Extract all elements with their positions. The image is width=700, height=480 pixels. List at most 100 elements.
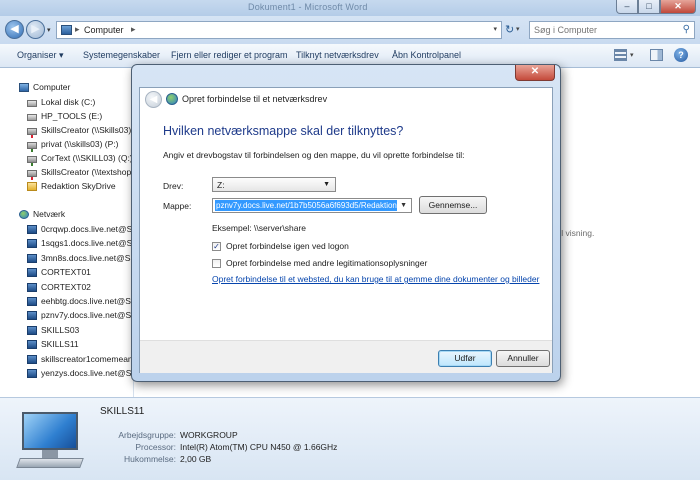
drive-letter-select[interactable]: Z: ▼ (212, 177, 336, 192)
finish-button[interactable]: Udfør (438, 350, 492, 367)
dialog-heading: Hvilken netværksmappe skal der tilknytte… (163, 124, 404, 138)
network-computer-icon (27, 268, 37, 278)
refresh-dropdown-icon[interactable]: ▾ (516, 25, 520, 33)
dialog-description: Angiv et drevbogstav til forbindelsen og… (163, 150, 465, 160)
dialog-footer: Udfør Annuller (140, 340, 552, 373)
nav-drive-label: Lokal disk (C:) (41, 97, 96, 107)
folder-label: Mappe: (163, 201, 192, 211)
search-input[interactable] (534, 24, 674, 36)
nav-drive-label: CorText (\\SKILL03) (Q:) (41, 153, 133, 163)
refresh-icon[interactable]: ↻ (505, 23, 514, 36)
help-icon[interactable]: ? (674, 48, 688, 62)
nav-network-host-label: skillscreator1comemeamt (41, 353, 134, 364)
nav-network-host-label: 3mn8s.docs.live.net@SSL (41, 252, 134, 263)
organize-button[interactable]: Organiser ▾ (17, 50, 64, 61)
disconnected-drive-icon (27, 128, 37, 138)
nav-network-host-label: SKILLS11 (41, 339, 79, 350)
nav-drive-label: privat (\\skills03) (P:) (41, 139, 119, 149)
network-drive-icon (27, 156, 37, 166)
drive-label: Drev: (163, 181, 184, 191)
minimize-button[interactable]: – (616, 0, 638, 14)
close-button[interactable]: ✕ (660, 0, 696, 14)
nav-drive-label: Redaktion SkyDrive (41, 181, 116, 191)
other-credentials-checkbox[interactable]: Opret forbindelse med andre legitimation… (212, 258, 532, 270)
chevron-down-icon[interactable]: ▼ (400, 202, 407, 209)
preview-pane-icon[interactable] (650, 49, 663, 61)
folder-input-value[interactable]: pznv7y.docs.live.net/1b7b5056a6f693d5/Re… (215, 200, 397, 211)
search-box[interactable]: ⚲ (529, 21, 695, 39)
view-dropdown-icon[interactable]: ▾ (630, 51, 634, 59)
nav-network-host-label: CORTEXT01 (41, 267, 91, 278)
network-computer-icon (27, 340, 37, 350)
hard-disk-icon (27, 114, 37, 121)
details-pane: SKILLS11 Arbejdsgruppe: WORKGROUP Proces… (0, 397, 700, 480)
folder-input[interactable]: pznv7y.docs.live.net/1b7b5056a6f693d5/Re… (212, 198, 412, 213)
breadcrumb-separator-icon[interactable]: ▸ (75, 24, 80, 35)
title-bar: Dokument1 - Microsoft Word – □ ✕ (0, 0, 700, 16)
checkbox-unchecked-icon[interactable] (212, 259, 221, 268)
breadcrumb-separator-icon[interactable]: ▸ (131, 24, 136, 35)
network-computer-icon (27, 325, 37, 335)
network-computer-icon (27, 225, 37, 234)
disconnected-drive-icon (27, 170, 37, 180)
network-computer-icon (27, 369, 37, 378)
details-value: WORKGROUP (180, 430, 238, 440)
folder-icon (27, 182, 37, 191)
details-value: 2,00 GB (180, 454, 212, 464)
search-icon[interactable]: ⚲ (683, 24, 690, 35)
network-computer-icon (27, 311, 37, 321)
nav-network-host-label: eehbtg.docs.live.net@SSL (41, 296, 134, 306)
drive-letter-value: Z: (217, 180, 225, 190)
chevron-down-icon[interactable]: ▼ (323, 181, 330, 188)
details-computer-name: SKILLS11 (100, 406, 145, 417)
network-drive-icon (27, 142, 37, 152)
system-properties-button[interactable]: Systemegenskaber (83, 50, 160, 60)
nav-network-host-label: 0crqwp.docs.live.net@SSL (41, 224, 134, 234)
nav-drive-label: SkillsCreator (\\Skills03) (O:) (41, 125, 133, 135)
dialog-close-button[interactable]: ✕ (515, 65, 555, 81)
map-network-drive-button[interactable]: Tilknyt netværksdrev (296, 50, 379, 60)
window-title: Dokument1 - Microsoft Word (248, 2, 368, 12)
network-icon (19, 210, 29, 219)
address-row: ◀ ▶ ▾ ▸ Computer ▸ ▾ ↻ ▾ ⚲ (0, 16, 700, 44)
website-connection-link[interactable]: Opret forbindelse til et websted, du kan… (212, 274, 539, 284)
dialog-back-button[interactable]: ◀ (145, 91, 162, 108)
control-panel-button[interactable]: Åbn Kontrolpanel (392, 50, 461, 60)
empty-view-hint: til visning. (557, 228, 595, 238)
nav-network-host-label: CORTEXT02 (41, 281, 91, 292)
reconnect-checkbox[interactable]: ✓ Opret forbindelse igen ved logon (212, 241, 532, 253)
forward-button[interactable]: ▶ (26, 20, 45, 39)
back-button[interactable]: ◀ (5, 20, 24, 39)
computer-icon (19, 83, 29, 92)
other-credentials-label: Opret forbindelse med andre legitimation… (226, 258, 428, 268)
maximize-button[interactable]: □ (638, 0, 660, 14)
cancel-button[interactable]: Annuller (496, 350, 550, 367)
window-controls: – □ ✕ (616, 0, 696, 15)
dialog-title: Opret forbindelse til et netværksdrev (182, 94, 328, 104)
uninstall-program-button[interactable]: Fjern eller rediger et program (171, 50, 288, 60)
network-computer-icon (27, 297, 37, 306)
nav-drive-label: SkillsCreator (\\textshop2\… (41, 167, 133, 177)
network-drive-icon (166, 93, 178, 105)
navigation-pane: Computer Lokal disk (C:) HP_TOOLS (E:) Ski… (0, 69, 134, 397)
details-label: Arbejdsgruppe: (118, 430, 176, 440)
computer-large-icon (16, 412, 84, 470)
address-dropdown-icon[interactable]: ▾ (493, 25, 497, 33)
details-value: Intel(R) Atom(TM) CPU N450 @ 1.66GHz (180, 442, 338, 452)
hard-disk-icon (27, 100, 37, 107)
change-view-icon[interactable] (614, 49, 627, 61)
nav-network-host-label: SKILLS03 (41, 324, 80, 335)
details-label: Hukommelse: (124, 454, 176, 464)
checkbox-checked-icon[interactable]: ✓ (212, 242, 221, 251)
nav-network-host-label: yenzys.docs.live.net@SSL (41, 368, 134, 378)
network-computer-icon (27, 239, 37, 249)
address-bar[interactable]: ▸ Computer ▸ ▾ (56, 21, 502, 39)
dialog-body: ◀ Opret forbindelse til et netværksdrev … (139, 87, 553, 373)
network-computer-icon (27, 354, 37, 364)
nav-network-label: Netværk (33, 209, 66, 219)
reconnect-label: Opret forbindelse igen ved logon (226, 241, 349, 251)
breadcrumb-computer[interactable]: Computer (84, 25, 124, 35)
history-dropdown-icon[interactable]: ▾ (47, 26, 51, 34)
nav-drive-label: HP_TOOLS (E:) (41, 111, 103, 121)
browse-button[interactable]: Gennemse... (419, 196, 487, 214)
